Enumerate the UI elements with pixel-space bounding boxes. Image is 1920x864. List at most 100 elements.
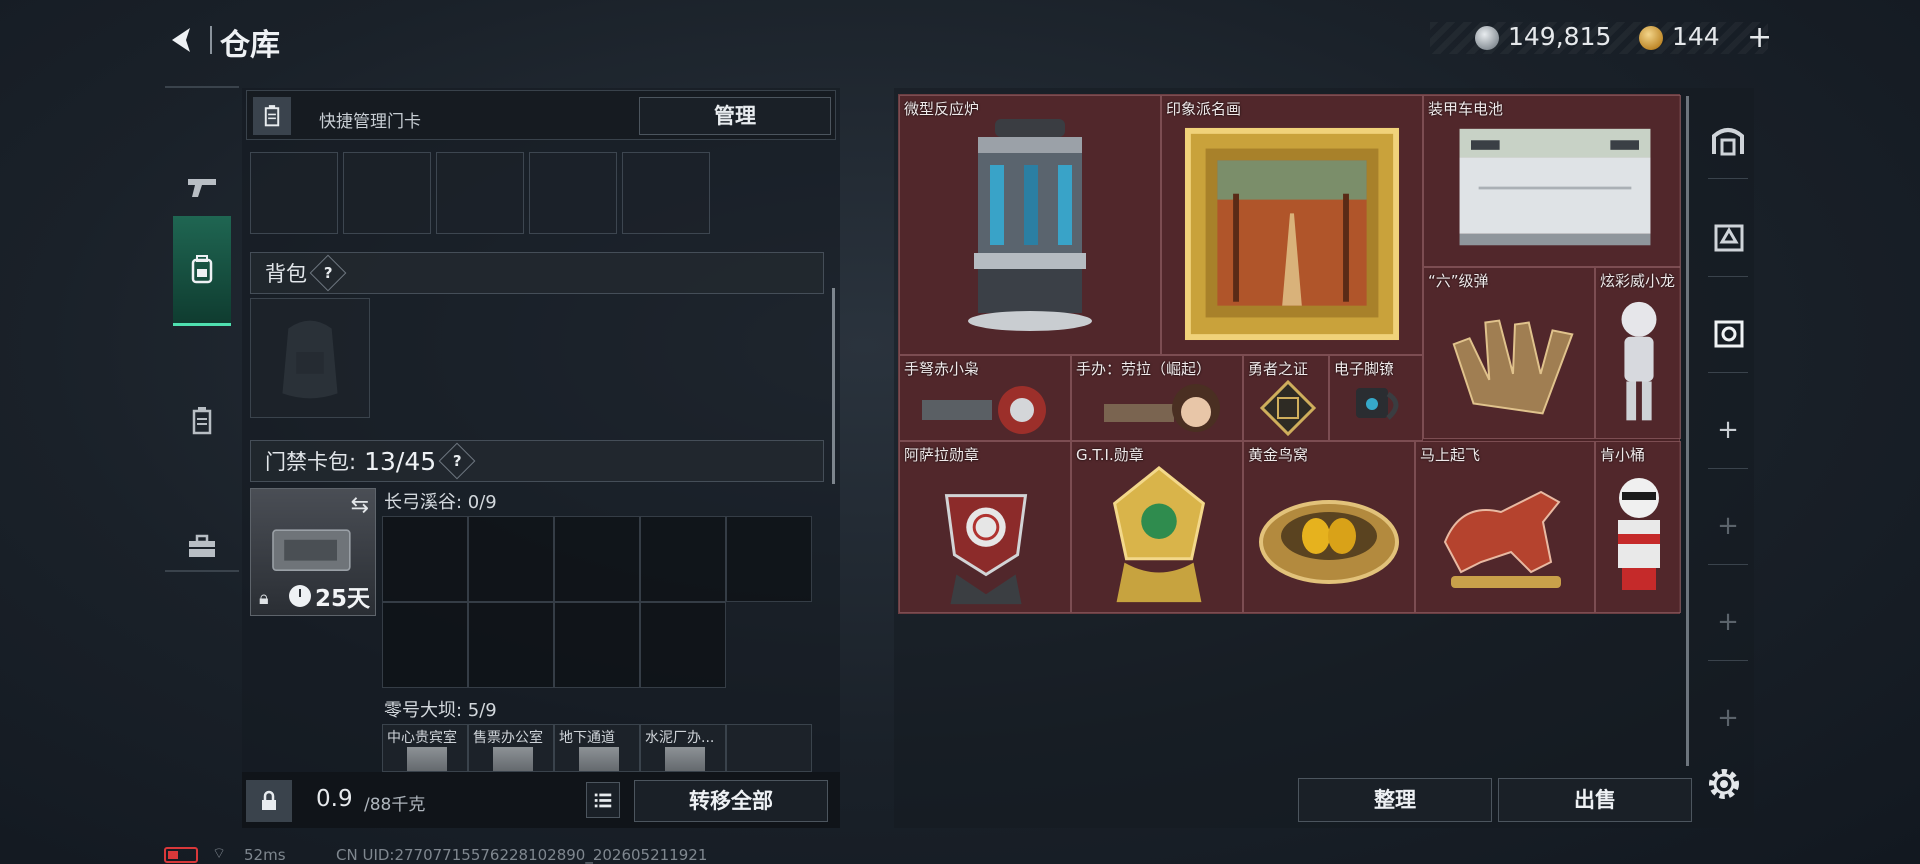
settings-button[interactable] [1702,762,1746,806]
quick-manage-bar: 快捷管理门卡 管理 [246,90,836,140]
card-holder-icon [253,97,291,135]
room-card[interactable]: 中心贵宾室 [382,724,468,772]
sell-button[interactable]: 出售 [1498,778,1692,822]
equipment-slot[interactable] [622,152,710,234]
item-golden-nest[interactable]: 黄金鸟窝 [1243,441,1415,613]
item-colorful-dragon[interactable]: 炫彩威小龙 [1595,267,1681,439]
item-micro-reactor[interactable]: 微型反应炉 [899,95,1161,355]
item-ankle-monitor[interactable]: 电子脚镣 [1329,355,1423,441]
collection-box-icon [1714,320,1744,348]
tab-storage-4[interactable] [1706,214,1750,258]
crossbow-figure-icon [922,386,1046,434]
item-gti-medal[interactable]: G.T.I.勋章 [1071,441,1243,613]
keycard-item[interactable]: ⇆ 🔒︎ 25天 [250,488,376,616]
add-storage-tab-button[interactable]: + [1706,408,1750,452]
room-card[interactable]: 水泥厂办... [640,724,726,772]
equipment-slot[interactable] [343,152,431,234]
tab-cards[interactable] [173,366,231,476]
item-crossbow-owl[interactable]: 手弩赤小枭 [899,355,1071,441]
keycard-image-icon [272,529,351,571]
item-name: 印象派名画 [1166,100,1242,118]
left-scrollbar[interactable] [832,288,835,484]
item-armored-battery[interactable]: 装甲车电池 [1423,95,1681,267]
room-card[interactable] [726,724,812,772]
page-title: 仓库 [220,28,280,63]
card-slot[interactable] [726,516,812,602]
item-asala-medal[interactable]: 阿萨拉勋章 [899,441,1071,613]
silver-coin-balance: 149,815 [1508,22,1612,51]
card-slot[interactable] [554,516,640,602]
help-icon[interactable]: ? [309,254,347,292]
tab-backpack[interactable] [173,216,231,326]
swap-icon[interactable]: ⇆ [351,493,369,518]
silver-coin-icon [1475,26,1499,50]
help-icon[interactable]: ? [438,442,476,480]
storage-panel: 微型反应炉 印象派名画 装甲车电池 “六”级弹 炫彩威小龙 手弩赤小枭 手办：劳… [894,88,1754,828]
transfer-all-button[interactable]: 转移全部 [634,780,828,822]
equipment-slot[interactable] [250,152,338,234]
map-label-changgong: 长弓溪谷: 0/9 [384,492,497,513]
golden-hand-icon [1452,319,1574,415]
room-name: 水泥厂办... [645,730,715,746]
card-slot[interactable] [468,516,554,602]
help-symbol: ? [323,263,333,282]
storage-grid: 微型反应炉 印象派名画 装甲车电池 “六”级弹 炫彩威小龙 手弩赤小枭 手办：劳… [898,94,1681,614]
list-view-button[interactable] [586,782,620,818]
golden-nest-icon [1259,500,1399,584]
item-name: 肯小桶 [1600,446,1646,464]
bucket-figure-icon [1618,478,1660,590]
card-slot[interactable] [640,516,726,602]
add-storage-tab-button[interactable]: + [1706,600,1750,644]
item-hero-badge[interactable]: 勇者之证 [1243,355,1329,441]
item-impressionist-painting[interactable]: 印象派名画 [1161,95,1423,355]
clock-icon [289,585,311,607]
equipment-slot[interactable] [529,152,617,234]
quick-manage-label: 快捷管理门卡 [319,112,421,132]
equipment-slot[interactable] [436,152,524,234]
currency-bar: 149,815 144 + [1430,20,1772,55]
tab-cases[interactable] [173,492,231,602]
category-nav [165,86,239,572]
add-storage-tab-button[interactable]: + [1706,504,1750,548]
briefcase-icon [189,534,215,557]
weight-value: 0.9 [316,786,353,812]
add-currency-button[interactable]: + [1747,20,1772,55]
room-name: 地下通道 [559,730,615,746]
horse-statue-icon [1443,490,1561,588]
right-scrollbar[interactable] [1686,96,1689,766]
card-holder-icon [192,407,212,435]
gear-icon [1709,769,1739,799]
card-slot[interactable] [640,602,726,688]
badge-icon [1259,379,1317,437]
back-button[interactable] [164,22,200,58]
tab-storage-collection[interactable] [1706,310,1750,354]
card-slot[interactable] [468,602,554,688]
keycard-days-left: 25天 [315,586,371,612]
item-name: 阿萨拉勋章 [904,446,980,464]
manage-button[interactable]: 管理 [639,97,831,135]
item-name: G.T.I.勋章 [1076,446,1144,464]
tab-storage-main[interactable] [1706,118,1750,162]
status-bar: ⌔ 52ms CN UID:27707715576228102890_20260… [164,844,964,864]
backpack-icon [191,254,213,283]
card-slot[interactable] [382,602,468,688]
weight-lock-icon[interactable] [246,780,292,822]
title-divider [210,26,212,54]
item-level-six-round[interactable]: “六”级弹 [1423,267,1595,439]
backpack-silhouette-icon [282,320,338,399]
sort-button[interactable]: 整理 [1298,778,1492,822]
room-card[interactable]: 售票办公室 [468,724,554,772]
figurine-icon [1621,301,1657,421]
card-slot[interactable] [382,516,468,602]
room-name: 售票办公室 [473,730,543,746]
backpack-slot[interactable] [250,298,370,418]
add-storage-tab-button[interactable]: + [1706,696,1750,740]
item-bucket-figure[interactable]: 肯小桶 [1595,441,1681,613]
pistol-icon [188,179,216,197]
wifi-icon: ⌔ [212,844,227,862]
item-lara-figure[interactable]: 手办：劳拉（崛起） [1071,355,1243,441]
room-card[interactable]: 地下通道 [554,724,640,772]
card-slot[interactable] [554,602,640,688]
item-horse-takeoff[interactable]: 马上起飞 [1415,441,1595,613]
asala-medal-icon [944,494,1028,605]
